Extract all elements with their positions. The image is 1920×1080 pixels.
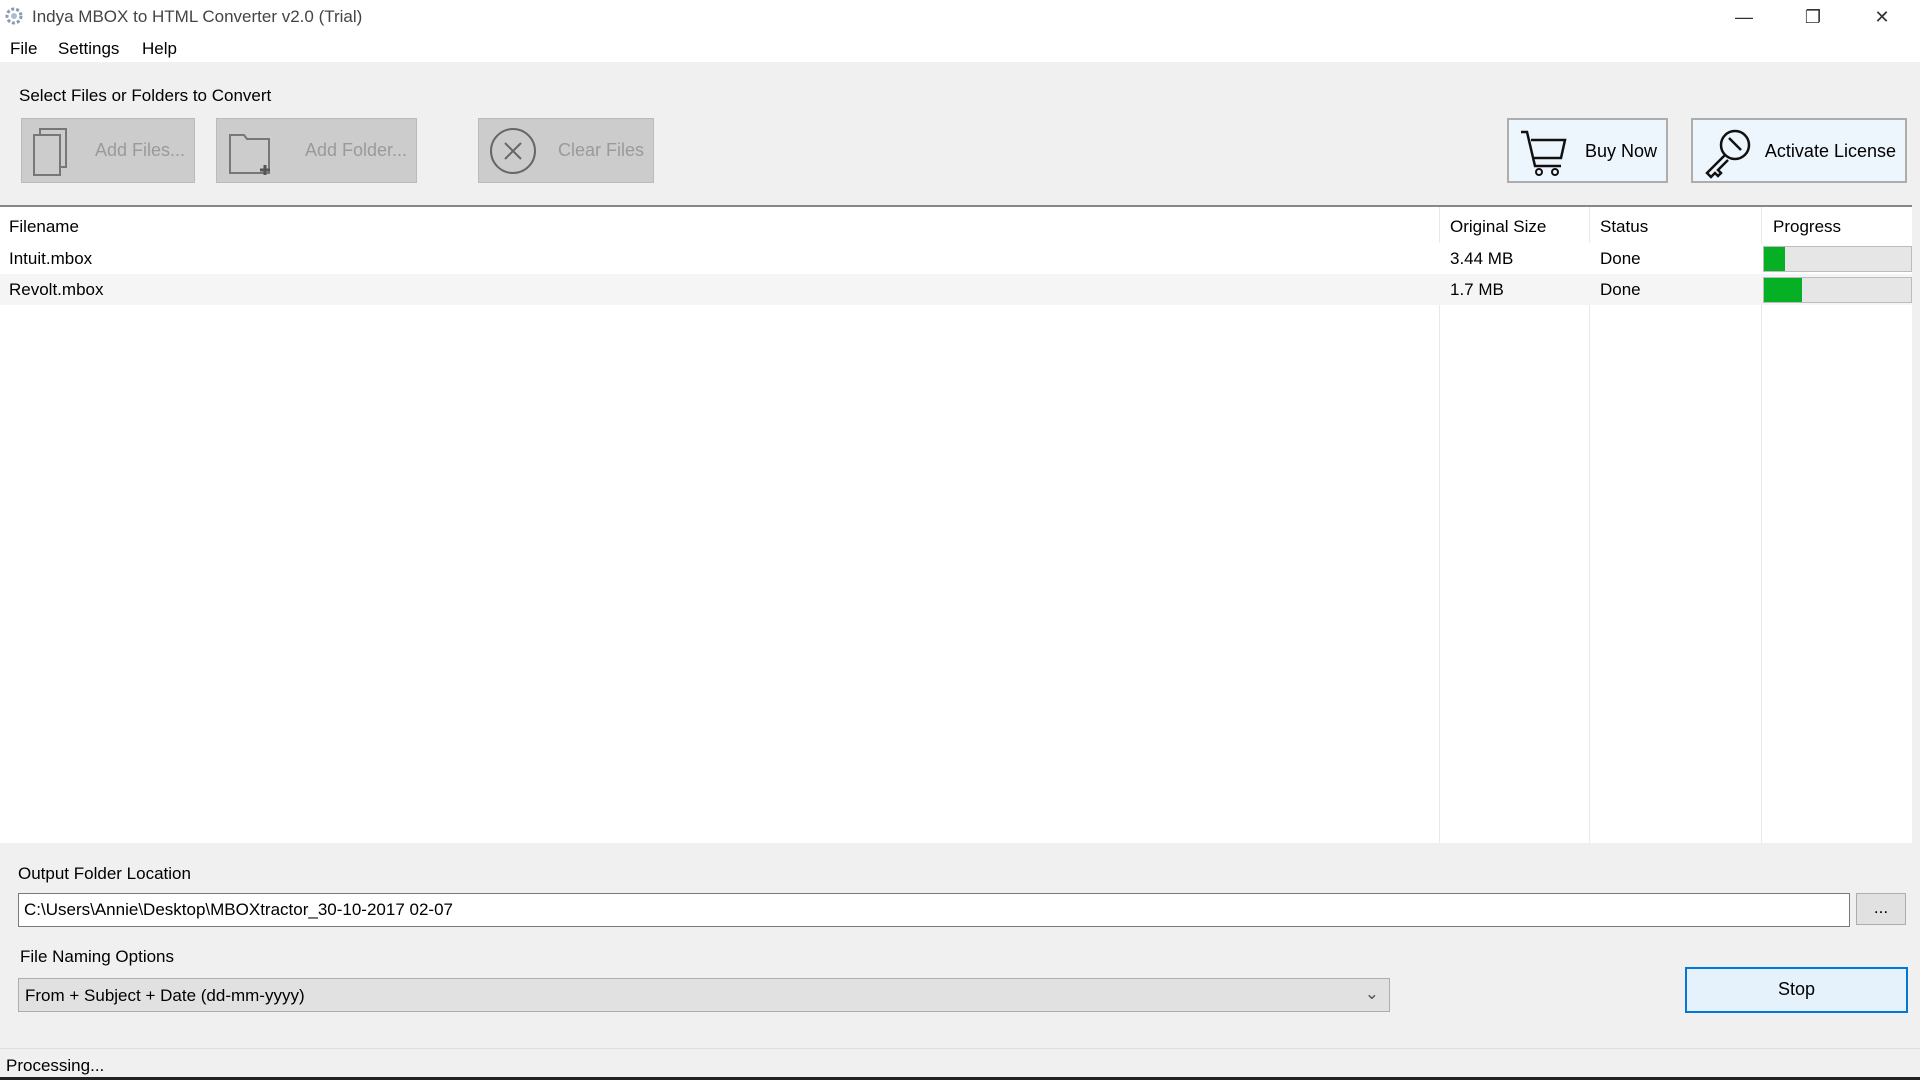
restore-button[interactable]: ❐ — [1783, 0, 1843, 34]
header-progress[interactable]: Progress — [1773, 217, 1841, 237]
cart-icon — [1521, 130, 1567, 176]
progress-bar — [1763, 277, 1912, 303]
header-original-size[interactable]: Original Size — [1450, 217, 1546, 237]
files-icon — [33, 128, 67, 176]
add-folder-button[interactable]: Add Folder... — [216, 118, 417, 183]
clear-files-button[interactable]: Clear Files — [478, 118, 654, 183]
progress-fill — [1764, 278, 1803, 302]
file-size: 1.7 MB — [1450, 280, 1504, 299]
file-size: 3.44 MB — [1450, 249, 1514, 268]
section-label: Select Files or Folders to Convert — [19, 86, 272, 105]
output-folder-input[interactable] — [18, 893, 1850, 927]
minimize-button[interactable]: — — [1714, 0, 1774, 34]
menu-settings[interactable]: Settings — [58, 39, 119, 59]
menu-file[interactable]: File — [10, 39, 37, 59]
file-naming-value: From + Subject + Date (dd-mm-yyyy) — [25, 986, 305, 1005]
status-text: Processing... — [6, 1056, 105, 1075]
table-row[interactable]: Revolt.mbox 1.7 MB Done — [0, 274, 1912, 305]
key-icon — [1705, 129, 1751, 179]
title-bar: Indya MBOX to HTML Converter v2.0 (Trial… — [0, 0, 1920, 34]
file-status: Done — [1600, 249, 1641, 268]
window-title: Indya MBOX to HTML Converter v2.0 (Trial… — [32, 7, 363, 26]
file-status: Done — [1600, 280, 1641, 299]
header-filename[interactable]: Filename — [9, 217, 79, 237]
progress-fill — [1764, 247, 1785, 271]
file-naming-select[interactable]: From + Subject + Date (dd-mm-yyyy) ⌄ — [18, 978, 1390, 1012]
output-folder-label: Output Folder Location — [18, 864, 191, 883]
file-naming-label: File Naming Options — [20, 947, 175, 966]
gear-icon — [5, 7, 23, 25]
menu-help[interactable]: Help — [142, 39, 177, 59]
add-folder-icon — [229, 134, 270, 175]
close-button[interactable]: ✕ — [1852, 0, 1912, 34]
activate-license-button[interactable]: Activate License — [1691, 118, 1907, 183]
buy-now-button[interactable]: Buy Now — [1507, 118, 1668, 183]
browse-button[interactable]: ... — [1856, 893, 1906, 925]
filename: Intuit.mbox — [9, 249, 93, 268]
stop-button[interactable]: Stop — [1685, 967, 1908, 1013]
clear-icon — [490, 128, 536, 174]
table-row[interactable]: Intuit.mbox 3.44 MB Done — [0, 243, 1912, 274]
file-table[interactable]: Filename Original Size Status Progress I… — [0, 205, 1912, 843]
header-status[interactable]: Status — [1600, 217, 1648, 237]
status-bar: Processing... — [0, 1048, 1920, 1078]
filename: Revolt.mbox — [9, 280, 104, 299]
progress-bar — [1763, 246, 1912, 272]
menu-bar: File Settings Help — [0, 34, 1920, 62]
add-files-button[interactable]: Add Files... — [21, 118, 195, 183]
chevron-down-icon: ⌄ — [1364, 984, 1379, 1003]
